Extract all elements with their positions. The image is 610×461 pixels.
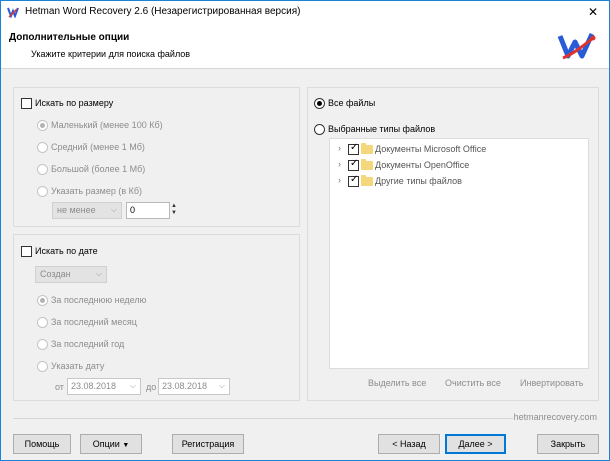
date-filter-checkbox[interactable]	[21, 246, 32, 257]
chevron-down-icon: ⌵	[110, 205, 117, 214]
tree-item-checkbox[interactable]	[348, 174, 359, 187]
window-title: Hetman Word Recovery 2.6 (Незарегистриро…	[25, 6, 301, 17]
size-small-label: Маленький (менее 100 Кб)	[51, 120, 163, 130]
chevron-down-icon: ⌵	[129, 381, 136, 390]
footer-divider	[13, 418, 513, 419]
folder-icon	[361, 159, 373, 170]
date-filter-label: Искать по дате	[35, 246, 98, 256]
date-from-label: от	[55, 382, 64, 392]
date-custom-label: Указать дату	[51, 361, 105, 371]
date-from-picker[interactable]: 23.08.2018 ⌵	[67, 378, 141, 395]
chevron-right-icon[interactable]: ›	[338, 143, 341, 153]
close-icon[interactable]: ✕	[577, 1, 609, 23]
file-types-tree[interactable]: › Документы Microsoft Office › Документы…	[329, 138, 589, 369]
date-to-picker[interactable]: 23.08.2018 ⌵	[158, 378, 230, 395]
date-year-label: За последний год	[51, 339, 125, 349]
tree-item-ms-office[interactable]: › Документы Microsoft Office	[330, 142, 586, 157]
chevron-down-icon: ⌵	[218, 381, 225, 390]
app-icon	[7, 6, 19, 18]
folder-icon	[361, 175, 373, 186]
size-value-input[interactable]: 0	[126, 202, 170, 219]
date-to-label: до	[146, 382, 157, 392]
date-week-label: За последнюю неделю	[51, 295, 147, 305]
size-custom-radio[interactable]	[37, 186, 48, 197]
size-small-radio[interactable]	[37, 120, 48, 131]
size-filter-checkbox[interactable]	[21, 98, 32, 109]
options-button[interactable]: Опции ▼	[80, 434, 142, 454]
dropdown-arrow-icon: ▼	[122, 442, 130, 449]
help-button[interactable]: Помощь	[13, 434, 71, 454]
spin-down-icon[interactable]: ▼	[171, 210, 177, 216]
page-subtitle: Укажите критерии для поиска файлов	[31, 49, 191, 59]
invert-button[interactable]: Инвертировать	[520, 378, 583, 388]
page-title: Дополнительные опции	[9, 32, 130, 43]
chevron-down-icon: ⌵	[95, 269, 102, 278]
selected-types-label: Выбранные типы файлов	[328, 124, 436, 134]
all-files-label: Все файлы	[328, 98, 376, 108]
size-custom-label: Указать размер (в Кб)	[51, 186, 143, 196]
website-label: hetmanrecovery.com	[513, 412, 597, 422]
size-filter-label: Искать по размеру	[35, 98, 114, 108]
title-bar: Hetman Word Recovery 2.6 (Незарегистриро…	[1, 1, 609, 23]
tree-item-openoffice[interactable]: › Документы OpenOffice	[330, 158, 586, 173]
tree-item-label: Другие типы файлов	[375, 176, 462, 186]
chevron-right-icon[interactable]: ›	[338, 175, 341, 185]
folder-icon	[361, 143, 373, 154]
tree-item-label: Документы Microsoft Office	[375, 144, 487, 154]
size-comparator-select[interactable]: не менее ⌵	[52, 202, 122, 219]
wizard-header: Дополнительные опции Укажите критерии дл…	[1, 23, 609, 69]
clear-all-button[interactable]: Очистить все	[445, 378, 501, 388]
spin-up-icon[interactable]: ▲	[171, 203, 177, 209]
size-medium-label: Средний (менее 1 Мб)	[51, 142, 145, 152]
select-all-button[interactable]: Выделить все	[368, 378, 426, 388]
back-button[interactable]: < Назад	[378, 434, 440, 454]
size-large-radio[interactable]	[37, 164, 48, 175]
tree-item-other[interactable]: › Другие типы файлов	[330, 174, 586, 189]
tree-item-checkbox[interactable]	[348, 142, 359, 155]
selected-types-radio[interactable]	[314, 124, 325, 135]
chevron-right-icon[interactable]: ›	[338, 159, 341, 169]
size-large-label: Большой (более 1 Мб)	[51, 164, 146, 174]
all-files-radio[interactable]	[314, 98, 325, 109]
tree-item-checkbox[interactable]	[348, 158, 359, 171]
next-button[interactable]: Далее >	[445, 434, 506, 454]
main-window: Hetman Word Recovery 2.6 (Незарегистриро…	[0, 0, 610, 461]
register-button[interactable]: Регистрация	[172, 434, 244, 454]
size-value-stepper[interactable]: ▲ ▼	[170, 202, 180, 219]
close-button[interactable]: Закрыть	[537, 434, 599, 454]
size-medium-radio[interactable]	[37, 142, 48, 153]
tree-item-label: Документы OpenOffice	[375, 160, 470, 170]
hetman-logo-icon	[557, 32, 596, 60]
date-month-label: За последний месяц	[51, 317, 137, 327]
date-week-radio[interactable]	[37, 295, 48, 306]
date-year-radio[interactable]	[37, 339, 48, 350]
date-month-radio[interactable]	[37, 317, 48, 328]
date-type-select[interactable]: Создан ⌵	[35, 266, 107, 283]
date-custom-radio[interactable]	[37, 361, 48, 372]
